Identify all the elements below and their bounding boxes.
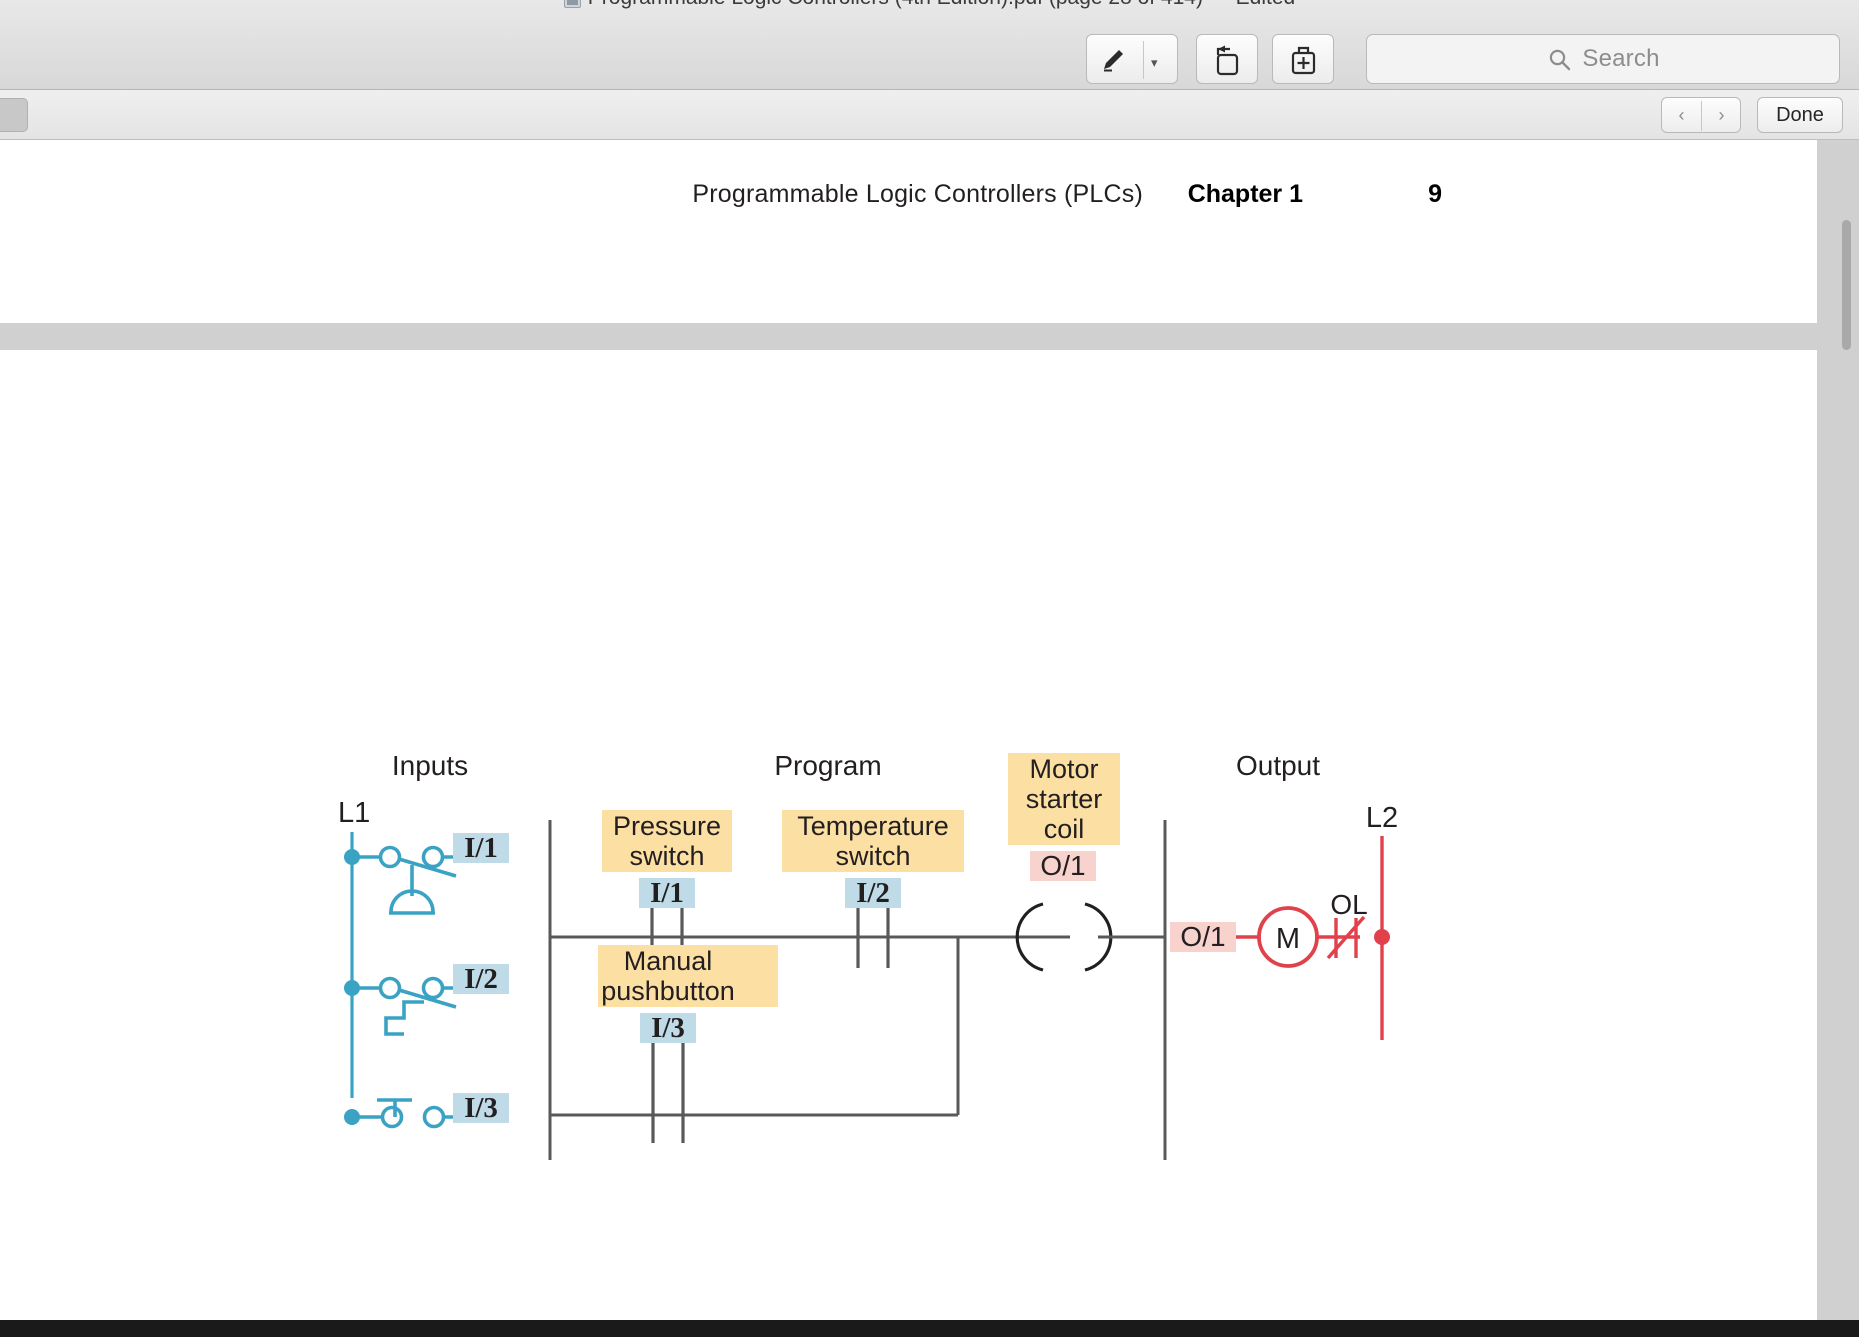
label-motor-coil-line3: coil xyxy=(1044,814,1085,844)
heading-program: Program xyxy=(774,750,881,781)
markup-toolbox-icon xyxy=(1291,46,1316,75)
label-motor-coil-line2: starter xyxy=(1026,784,1103,814)
address-badge-input-2: I/2 xyxy=(464,963,498,995)
pdf-page-current: Inputs Program Output L1 I/1 I/2 I/3 Pre… xyxy=(0,350,1817,1337)
window-titlebar: Programmable Logic Controllers (4th Edit… xyxy=(0,0,1859,90)
rotate-left-icon xyxy=(1216,45,1239,76)
label-temperature-switch-line2: switch xyxy=(835,841,910,871)
page-bottom-edge xyxy=(0,1320,1859,1337)
heading-output: Output xyxy=(1236,750,1320,781)
address-badge-contact-3: I/3 xyxy=(651,1012,685,1044)
address-badge-input-3: I/3 xyxy=(464,1092,498,1124)
figure-1-21: Inputs Program Output L1 I/1 I/2 I/3 Pre… xyxy=(0,560,1817,1337)
pdf-document-icon xyxy=(563,0,581,8)
page-number: 9 xyxy=(1428,180,1442,208)
ladder-diagram-svg: Inputs Program Output L1 I/1 I/2 I/3 Pre… xyxy=(338,750,1398,1160)
pdf-page-previous-bottom: Programmable Logic Controllers (PLCs) Ch… xyxy=(0,140,1817,323)
chevron-down-icon[interactable]: ▾ xyxy=(1151,55,1158,71)
rail-label-L1: L1 xyxy=(338,797,370,829)
done-button[interactable]: Done xyxy=(1757,97,1843,133)
label-motor-coil-line1: Motor xyxy=(1029,754,1098,784)
search-placeholder: Search xyxy=(1582,45,1660,72)
running-head-chapter: Chapter 1 xyxy=(1187,180,1303,208)
scroll-gutter xyxy=(1817,140,1859,1337)
running-head-title: Programmable Logic Controllers (PLCs) xyxy=(692,180,1143,208)
address-badge-input-1: I/1 xyxy=(464,832,498,864)
running-head: Programmable Logic Controllers (PLCs) Ch… xyxy=(0,180,1817,220)
window-title-text: Programmable Logic Controllers (4th Edit… xyxy=(588,0,1295,9)
label-pressure-switch-line2: switch xyxy=(629,841,704,871)
input-manual-pushbutton xyxy=(344,1098,466,1129)
page-navigation-group[interactable]: ‹ › xyxy=(1661,97,1741,133)
next-page-button[interactable]: › xyxy=(1702,105,1741,126)
motor-label: M xyxy=(1276,923,1300,955)
previous-page-button[interactable]: ‹ xyxy=(1662,105,1701,126)
output-junction-dot xyxy=(1374,929,1390,945)
overload-label: OL xyxy=(1330,889,1367,920)
address-badge-contact-1: I/1 xyxy=(650,877,684,909)
toolbar-divider xyxy=(1143,41,1144,79)
page-gap xyxy=(0,323,1859,350)
toolbar: ▾ Search xyxy=(0,14,1859,84)
input-pressure-switch xyxy=(344,845,466,915)
search-icon xyxy=(1550,49,1571,70)
markup-toolbar-button[interactable] xyxy=(1272,34,1334,84)
pdf-page-area: Programmable Logic Controllers (PLCs) Ch… xyxy=(0,140,1859,1337)
window-title: Programmable Logic Controllers (4th Edit… xyxy=(0,0,1859,14)
address-badge-contact-2: I/2 xyxy=(856,877,890,909)
markup-pen-icon xyxy=(1104,50,1123,72)
heading-inputs: Inputs xyxy=(392,750,468,781)
label-pressure-switch-line1: Pressure xyxy=(613,811,721,841)
input-temperature-switch xyxy=(344,976,466,1036)
vertical-scrollbar-thumb[interactable] xyxy=(1842,220,1851,350)
search-field[interactable]: Search xyxy=(1366,34,1840,84)
sidebar-and-done-bar: ‹ › Done xyxy=(0,90,1859,140)
label-temperature-switch-line1: Temperature xyxy=(797,811,949,841)
rotate-left-button[interactable] xyxy=(1196,34,1258,84)
sidebar-thumbnail-toggle[interactable] xyxy=(0,98,28,132)
rail-label-L2: L2 xyxy=(1366,802,1398,834)
label-manual-pushbutton-line2: pushbutton xyxy=(601,976,735,1006)
label-manual-pushbutton-line1: Manual xyxy=(624,946,713,976)
preview-window: Programmable Logic Controllers (4th Edit… xyxy=(0,0,1859,1337)
address-badge-coil: O/1 xyxy=(1040,850,1085,881)
markup-pen-button[interactable]: ▾ xyxy=(1086,34,1178,84)
address-badge-output: O/1 xyxy=(1180,921,1225,952)
contact-manual-pushbutton-symbol xyxy=(651,1043,685,1143)
